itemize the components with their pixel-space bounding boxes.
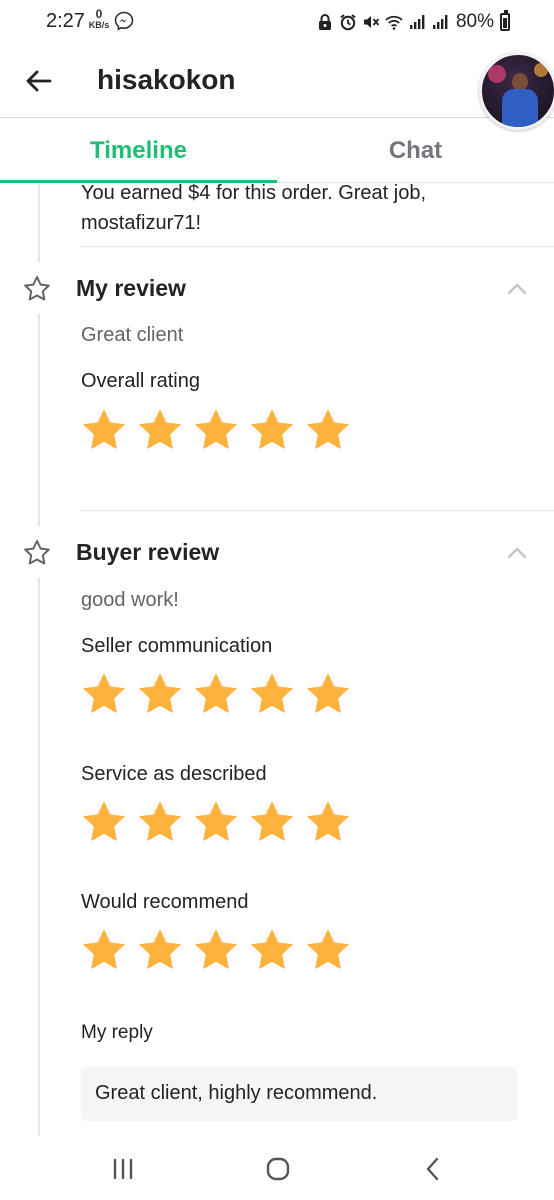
status-time: 2:27: [46, 10, 85, 32]
star-filled-icon: [83, 409, 125, 449]
section-title: Buyer review: [76, 539, 220, 565]
star-filled-icon: [139, 929, 181, 969]
tab-bar: Timeline Chat: [0, 119, 554, 183]
star-filled-icon: [139, 409, 181, 449]
star-filled-icon: [195, 409, 237, 449]
network-speed-value: 0: [95, 7, 103, 21]
star-filled-icon: [251, 801, 293, 841]
star-filled-icon: [251, 673, 293, 713]
alarm-icon: [340, 14, 356, 31]
signal-icon: [432, 15, 448, 29]
star-rating: [80, 926, 352, 974]
star-filled-icon: [251, 929, 293, 969]
star-filled-icon: [307, 801, 349, 841]
timeline-line: [38, 184, 40, 262]
chevron-up-icon[interactable]: [504, 543, 530, 563]
signal-icon: [409, 15, 425, 29]
my-review-header[interactable]: My review: [0, 267, 554, 311]
status-bar: 2:27 0 KB/s 80%: [0, 0, 554, 44]
star-filled-icon: [251, 409, 293, 449]
star-filled-icon: [195, 929, 237, 969]
star-filled-icon: [83, 673, 125, 713]
messenger-icon: [114, 11, 134, 31]
star-outline-icon: [24, 540, 50, 565]
tab-timeline[interactable]: Timeline: [0, 119, 277, 183]
buyer-review-header[interactable]: Buyer review: [0, 531, 554, 575]
wifi-icon: [385, 15, 403, 30]
back-icon[interactable]: [418, 1154, 448, 1184]
divider: [81, 246, 554, 247]
page-title: hisakokon: [97, 64, 236, 95]
chevron-up-icon[interactable]: [504, 279, 530, 299]
star-filled-icon: [83, 801, 125, 841]
tab-label: Chat: [388, 137, 443, 164]
lock-icon: [318, 14, 331, 30]
star-filled-icon: [307, 673, 349, 713]
recents-icon[interactable]: [108, 1154, 138, 1184]
rating-label: Seller communication: [81, 635, 273, 657]
timeline[interactable]: You earned $4 for this order. Great job,…: [0, 184, 554, 1136]
status-icons: 80%: [316, 8, 510, 36]
home-icon[interactable]: [263, 1154, 293, 1184]
rating-label: Service as described: [81, 763, 267, 785]
mute-icon: [363, 16, 380, 28]
star-rating: [80, 798, 352, 846]
avatar-bg-light: [534, 63, 548, 77]
reply-text: Great client, highly recommend.: [95, 1082, 378, 1104]
star-filled-icon: [195, 673, 237, 713]
star-filled-icon: [83, 929, 125, 969]
star-filled-icon: [139, 801, 181, 841]
arrow-left-icon[interactable]: [22, 64, 56, 98]
reply-box: Great client, highly recommend.: [81, 1067, 518, 1121]
app-bar: hisakokon: [0, 44, 554, 130]
star-filled-icon: [307, 929, 349, 969]
review-comment: good work!: [81, 589, 179, 611]
battery-icon: [500, 10, 510, 31]
section-title: My review: [76, 275, 186, 301]
star-filled-icon: [139, 673, 181, 713]
star-rating: [80, 670, 352, 718]
star-rating: [80, 406, 352, 454]
timeline-line: [38, 578, 40, 1136]
system-nav-bar: [0, 1136, 554, 1200]
active-tab-indicator: [0, 180, 277, 183]
timeline-line: [38, 314, 40, 526]
earned-message: You earned $4 for this order. Great job,…: [81, 184, 427, 234]
star-filled-icon: [307, 409, 349, 449]
rating-label: Would recommend: [81, 891, 249, 913]
tab-chat[interactable]: Chat: [277, 119, 554, 183]
review-comment: Great client: [81, 324, 184, 346]
star-outline-icon: [24, 276, 50, 301]
reply-label: My reply: [81, 1022, 153, 1043]
divider: [81, 510, 554, 511]
avatar-bg-light: [488, 65, 506, 83]
tab-label: Timeline: [90, 137, 187, 164]
star-filled-icon: [195, 801, 237, 841]
battery-percent: 80%: [455, 11, 494, 32]
rating-label: Overall rating: [81, 370, 200, 392]
network-speed-unit: KB/s: [88, 20, 110, 30]
network-speed: 0 KB/s: [88, 7, 110, 35]
